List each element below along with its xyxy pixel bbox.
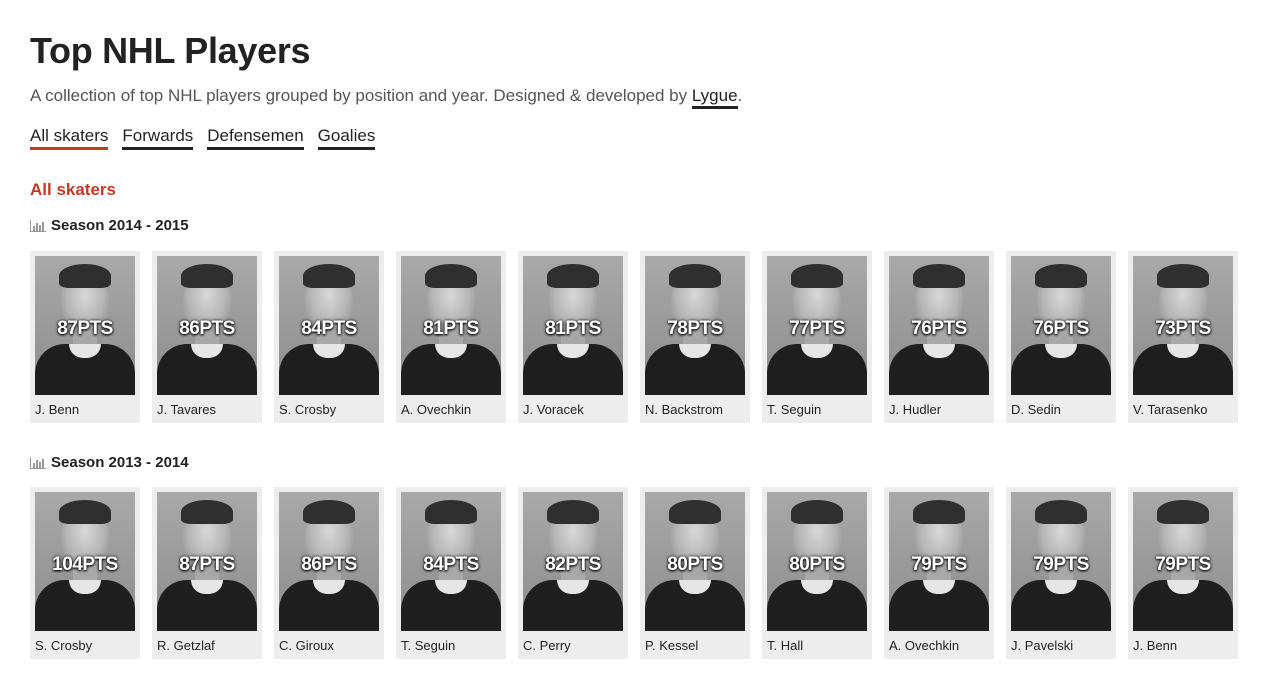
page-subtitle: A collection of top NHL players grouped …: [30, 86, 743, 109]
player-card[interactable]: 81PTS J. Voracek: [518, 251, 628, 423]
player-name: V. Tarasenko: [1133, 402, 1208, 417]
player-photo: 79PTS: [889, 492, 989, 631]
player-points: 82PTS: [545, 554, 601, 575]
player-points: 73PTS: [1155, 318, 1211, 339]
player-name: A. Ovechkin: [889, 638, 960, 653]
player-card[interactable]: 86PTS J. Tavares: [152, 251, 262, 423]
player-card[interactable]: 82PTS C. Perry: [518, 487, 628, 659]
player-photo: 86PTS: [279, 492, 379, 631]
player-photo: 84PTS: [401, 492, 501, 631]
player-photo: 87PTS: [35, 256, 135, 395]
player-points: 84PTS: [423, 554, 479, 575]
season-label: Season 2014 - 2015: [51, 217, 189, 234]
player-name: J. Pavelski: [1011, 638, 1074, 653]
player-card[interactable]: 78PTS N. Backstrom: [640, 251, 750, 423]
player-photo: 79PTS: [1011, 492, 1111, 631]
player-points: 87PTS: [57, 318, 113, 339]
bar-chart-icon: [30, 456, 46, 469]
player-points: 80PTS: [789, 554, 845, 575]
player-name: T. Hall: [767, 638, 804, 653]
player-name: C. Perry: [523, 638, 571, 653]
player-name: R. Getzlaf: [157, 638, 215, 653]
player-grid: 87PTS J. Benn 86PTS J. Tavares 84PTS S. Crosb…: [30, 251, 1238, 423]
player-points: 104PTS: [52, 554, 118, 575]
player-card[interactable]: 79PTS J. Pavelski: [1006, 487, 1116, 659]
player-points: 78PTS: [667, 318, 723, 339]
player-photo: 86PTS: [157, 256, 257, 395]
player-card[interactable]: 80PTS P. Kessel: [640, 487, 750, 659]
player-photo: 73PTS: [1133, 256, 1233, 395]
player-photo: 76PTS: [1011, 256, 1111, 395]
player-photo: 87PTS: [157, 492, 257, 631]
player-card[interactable]: 81PTS A. Ovechkin: [396, 251, 506, 423]
player-name: J. Benn: [1133, 638, 1178, 653]
player-card[interactable]: 80PTS T. Hall: [762, 487, 872, 659]
player-card[interactable]: 79PTS J. Benn: [1128, 487, 1238, 659]
author-link[interactable]: Lygue: [691, 86, 738, 109]
position-tabs: All skaters Forwards Defensemen Goalies: [30, 126, 376, 150]
player-name: D. Sedin: [1011, 402, 1061, 417]
player-points: 86PTS: [179, 318, 235, 339]
player-points: 81PTS: [423, 318, 479, 339]
player-name: J. Benn: [35, 402, 80, 417]
player-points: 80PTS: [667, 554, 723, 575]
player-name: J. Hudler: [889, 402, 942, 417]
player-points: 76PTS: [1033, 318, 1089, 339]
player-name: J. Voracek: [523, 402, 584, 417]
player-photo: 84PTS: [279, 256, 379, 395]
player-card[interactable]: 76PTS D. Sedin: [1006, 251, 1116, 423]
player-card[interactable]: 79PTS A. Ovechkin: [884, 487, 994, 659]
tab-all-skaters[interactable]: All skaters: [30, 126, 109, 150]
subtitle-text: A collection of top NHL players grouped …: [30, 86, 692, 105]
player-card[interactable]: 104PTS S. Crosby: [30, 487, 140, 659]
player-name: A. Ovechkin: [401, 402, 472, 417]
player-points: 86PTS: [301, 554, 357, 575]
tab-defensemen[interactable]: Defensemen: [207, 126, 304, 150]
player-name: C. Giroux: [279, 638, 334, 653]
player-card[interactable]: 87PTS R. Getzlaf: [152, 487, 262, 659]
player-card[interactable]: 73PTS V. Tarasenko: [1128, 251, 1238, 423]
player-points: 81PTS: [545, 318, 601, 339]
player-points: 77PTS: [789, 318, 845, 339]
season-heading: Season 2013 - 2014: [30, 454, 189, 471]
player-photo: 81PTS: [401, 256, 501, 395]
player-photo: 104PTS: [35, 492, 135, 631]
player-name: S. Crosby: [35, 638, 93, 653]
player-card[interactable]: 84PTS S. Crosby: [274, 251, 384, 423]
season-label: Season 2013 - 2014: [51, 454, 189, 471]
player-card[interactable]: 87PTS J. Benn: [30, 251, 140, 423]
player-photo: 79PTS: [1133, 492, 1233, 631]
player-card[interactable]: 76PTS J. Hudler: [884, 251, 994, 423]
player-photo: 78PTS: [645, 256, 745, 395]
player-grid: 104PTS S. Crosby 87PTS R. Getzlaf 86PTS C. Gi…: [30, 487, 1238, 659]
player-points: 79PTS: [911, 554, 967, 575]
page-title: Top NHL Players: [30, 30, 311, 71]
player-points: 79PTS: [1155, 554, 1211, 575]
player-points: 76PTS: [911, 318, 967, 339]
player-photo: 82PTS: [523, 492, 623, 631]
player-photo: 76PTS: [889, 256, 989, 395]
player-photo: 77PTS: [767, 256, 867, 395]
subtitle-suffix: .: [737, 86, 743, 105]
player-points: 87PTS: [179, 554, 235, 575]
player-card[interactable]: 77PTS T. Seguin: [762, 251, 872, 423]
player-name: N. Backstrom: [645, 402, 724, 417]
player-card[interactable]: 84PTS T. Seguin: [396, 487, 506, 659]
tab-forwards[interactable]: Forwards: [122, 126, 194, 150]
player-photo: 81PTS: [523, 256, 623, 395]
player-photo: 80PTS: [645, 492, 745, 631]
section-title: All skaters: [30, 180, 116, 199]
bar-chart-icon: [30, 219, 46, 232]
player-name: T. Seguin: [767, 402, 822, 417]
player-name: S. Crosby: [279, 402, 337, 417]
player-points: 79PTS: [1033, 554, 1089, 575]
tab-goalies[interactable]: Goalies: [317, 126, 376, 150]
player-card[interactable]: 86PTS C. Giroux: [274, 487, 384, 659]
player-name: T. Seguin: [401, 638, 456, 653]
player-name: P. Kessel: [645, 638, 699, 653]
player-photo: 80PTS: [767, 492, 867, 631]
season-heading: Season 2014 - 2015: [30, 217, 189, 234]
player-name: J. Tavares: [157, 402, 217, 417]
player-points: 84PTS: [301, 318, 357, 339]
